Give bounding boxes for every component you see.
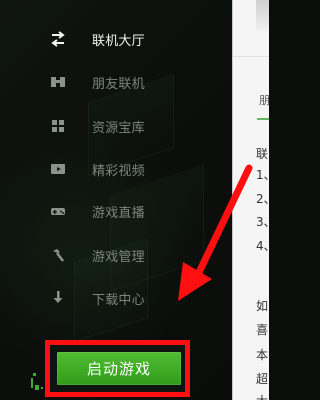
sidebar-item-videos[interactable]: 精彩视频 [48,154,145,184]
panel-text-line: 联 [256,147,269,161]
sidebar-item-live-streams[interactable]: 游戏直播 [48,196,145,226]
panel-text-line: 超 [256,372,269,386]
panel-tab[interactable]: 朋 [259,92,269,108]
sidebar-item-friend-online[interactable]: 朋友联机 [48,67,145,97]
panel-text-line: 3、 [256,215,269,229]
panel-header [233,32,269,57]
sidebar-item-resource-vault[interactable]: 资源宝库 [48,111,145,141]
decorative-mark [35,385,39,390]
sidebar-item-game-management[interactable]: 游戏管理 [48,240,145,270]
grid-icon [48,116,68,136]
binoculars-icon [48,72,68,92]
decorative-mark [31,378,33,388]
panel-text-line: 大 [256,392,268,400]
sidebar-item-label: 联机大厅 [92,33,145,49]
sidebar-item-label: 朋友联机 [92,76,145,92]
sidebar-item-label: 游戏直播 [92,205,145,221]
sidebar-item-label: 游戏管理 [92,249,145,265]
sidebar-item-online-lobby[interactable]: 联机大厅 [48,24,145,54]
sidebar-item-label: 下载中心 [92,292,145,308]
panel-text-line: 4、 [256,239,269,253]
thumbnail-image [256,0,269,30]
panel-text-line: 本 [256,348,269,362]
panel-text-line: 喜 [256,323,269,337]
gamepad-icon [48,201,68,221]
panel-text-line: 如 [256,299,269,313]
sidebar-item-label: 精彩视频 [92,163,145,179]
decorative-mark [41,387,43,389]
swap-arrows-icon [48,29,68,49]
download-icon [48,288,68,308]
app-window: 联机大厅 朋友联机 资源宝库 精彩视频 游戏直播 游戏管理 下载中心 启动游戏 … [0,0,269,400]
active-tab-indicator [257,118,269,120]
pickaxe-icon [48,245,68,265]
sidebar-item-download-center[interactable]: 下载中心 [48,283,145,313]
start-game-button[interactable]: 启动游戏 [57,352,181,385]
start-game-highlight: 启动游戏 [45,340,190,397]
sidebar-item-label: 资源宝库 [92,120,145,136]
right-panel: 朋 联 1、 2、 3、 4、 如 喜 本 超 大 [232,0,269,400]
decorative-mark [33,373,36,376]
play-icon [48,159,68,179]
panel-text-line: 2、 [256,192,269,206]
panel-text-line: 1、 [256,168,269,182]
